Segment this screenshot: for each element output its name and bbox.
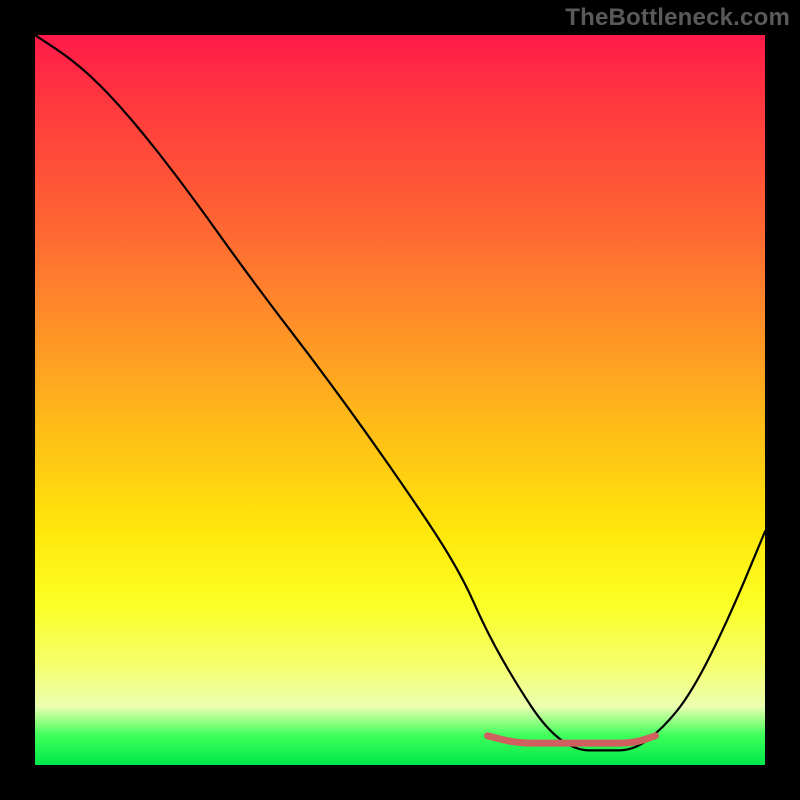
chart-frame: TheBottleneck.com <box>0 0 800 800</box>
plot-area <box>35 35 765 765</box>
chart-svg <box>35 35 765 765</box>
optimal-zone-marker <box>488 736 656 743</box>
watermark-text: TheBottleneck.com <box>565 4 790 32</box>
bottleneck-curve <box>35 35 765 750</box>
